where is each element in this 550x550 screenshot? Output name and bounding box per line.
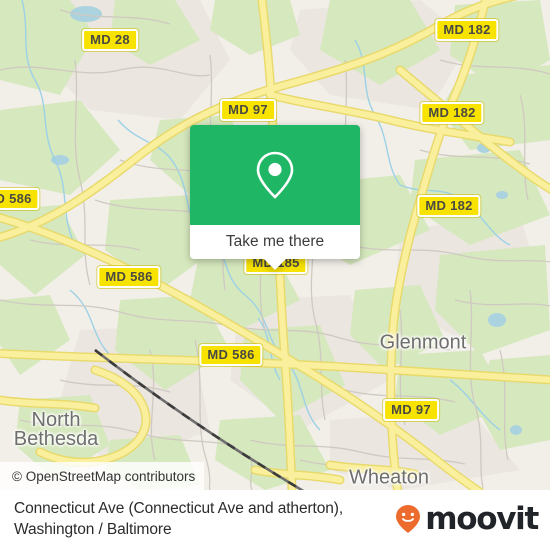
moovit-wordmark: moovit xyxy=(425,501,539,537)
moovit-logo[interactable]: moovit xyxy=(394,501,539,537)
road-shield: MD 97 xyxy=(383,399,439,421)
location-title: Connecticut Ave (Connecticut Ave and ath… xyxy=(14,498,404,540)
road-shield: MD 97 xyxy=(220,99,276,121)
road-shield: MD 586 xyxy=(199,344,263,366)
place-label-wheaton: Wheaton xyxy=(348,466,430,489)
road-shield: MD 28 xyxy=(82,29,138,51)
road-shield: MD 182 xyxy=(417,195,481,217)
osm-attribution-text: © OpenStreetMap contributors xyxy=(12,468,196,484)
moovit-pin-smiley-icon xyxy=(396,505,421,533)
map-screenshot: MD 28 MD 97 MD 182 MD 182 MD 182 MD 586 … xyxy=(0,0,550,550)
place-label-north-bethesda: North Bethesda xyxy=(13,410,99,450)
place-label-glenmont: Glenmont xyxy=(379,331,467,354)
road-shield: MD 182 xyxy=(435,19,499,41)
place-label-line: Bethesda xyxy=(13,428,99,450)
road-shield: MD 586 xyxy=(0,188,40,210)
take-me-there-button[interactable]: Take me there xyxy=(190,225,360,259)
map-canvas[interactable]: MD 28 MD 97 MD 182 MD 182 MD 182 MD 586 … xyxy=(0,0,550,490)
road-shield: MD 586 xyxy=(97,266,161,288)
location-title-line1: Connecticut Ave (Connecticut Ave and ath… xyxy=(14,500,344,517)
popup-pointer-tail xyxy=(264,259,286,270)
location-title-line2: Washington / Baltimore xyxy=(14,521,172,538)
location-pin-icon xyxy=(256,151,294,199)
footer-bar: Connecticut Ave (Connecticut Ave and ath… xyxy=(0,490,550,550)
popup-header xyxy=(190,125,360,225)
osm-attribution[interactable]: © OpenStreetMap contributors xyxy=(0,462,205,490)
location-popup-card[interactable]: Take me there xyxy=(190,125,360,270)
road-shield: MD 182 xyxy=(420,102,484,124)
